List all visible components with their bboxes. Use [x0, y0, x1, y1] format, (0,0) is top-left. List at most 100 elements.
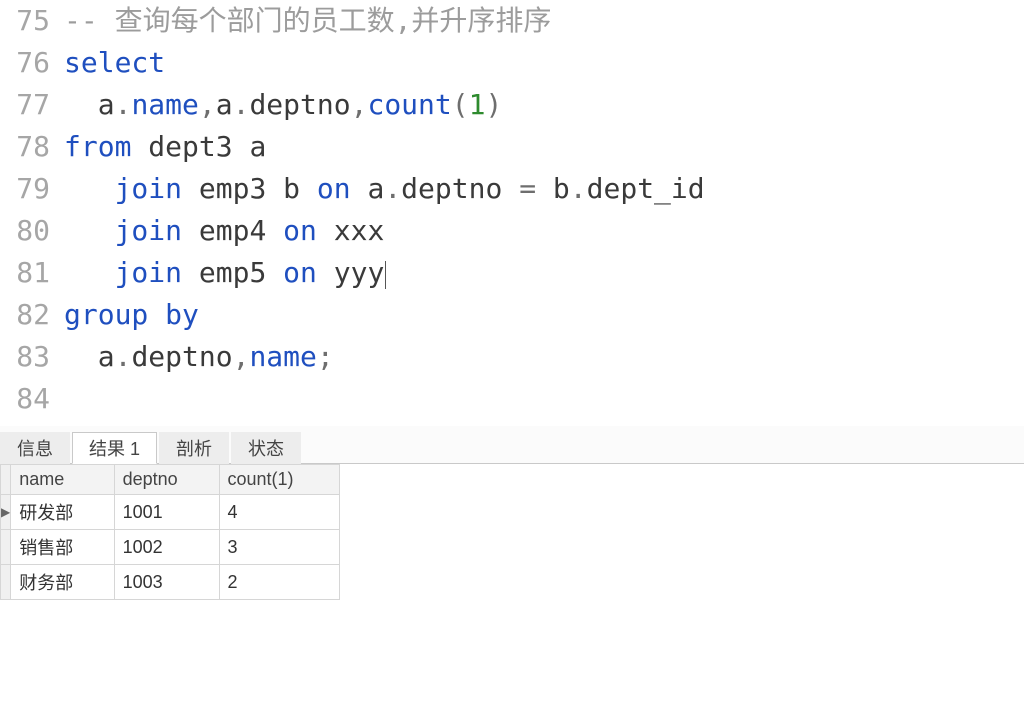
token-ident: xxx [317, 214, 384, 247]
code-line[interactable]: 83 a.deptno,name; [0, 336, 1024, 378]
code-line[interactable]: 81 join emp5 on yyy [0, 252, 1024, 294]
token-punct [64, 88, 98, 121]
column-header[interactable]: deptno [114, 465, 219, 495]
line-number: 82 [0, 294, 64, 336]
code-line[interactable]: 76select [0, 42, 1024, 84]
code-content[interactable]: group by [64, 294, 1024, 336]
token-keyword: select [64, 46, 165, 79]
table-row[interactable]: ▶研发部10014 [1, 495, 340, 530]
code-content[interactable]: select [64, 42, 1024, 84]
code-line[interactable]: 75-- 查询每个部门的员工数,并升序排序 [0, 0, 1024, 42]
token-ident: a [98, 88, 115, 121]
cell-count[interactable]: 3 [219, 530, 339, 565]
token-punct: , [233, 340, 250, 373]
column-header[interactable]: count(1) [219, 465, 339, 495]
token-punct [64, 256, 115, 289]
token-keyword: join [115, 214, 182, 247]
token-keyword: from [64, 130, 131, 163]
row-marker [1, 565, 11, 600]
token-punct: , [199, 88, 216, 121]
token-keyword: join [115, 256, 182, 289]
token-punct: . [115, 88, 132, 121]
token-comment: -- [64, 4, 115, 37]
cell-count[interactable]: 2 [219, 565, 339, 600]
token-ident: deptno [249, 88, 350, 121]
token-punct: . [570, 172, 587, 205]
token-ident: dept_id [587, 172, 705, 205]
token-ident: emp3 b [182, 172, 317, 205]
token-number: 1 [469, 88, 486, 121]
token-punct: . [384, 172, 401, 205]
token-ident: a [216, 88, 233, 121]
token-keyword: on [283, 214, 317, 247]
token-comment: 查询每个部门的员工数,并升序排序 [115, 4, 552, 37]
token-punct [64, 340, 98, 373]
text-cursor [385, 261, 386, 289]
results-table[interactable]: namedeptnocount(1)▶研发部10014销售部10023财务部10… [0, 464, 340, 600]
line-number: 78 [0, 126, 64, 168]
sql-editor[interactable]: 75-- 查询每个部门的员工数,并升序排序76select77 a.name,a… [0, 0, 1024, 420]
cell-deptno[interactable]: 1002 [114, 530, 219, 565]
cell-deptno[interactable]: 1003 [114, 565, 219, 600]
token-ident: a [98, 340, 115, 373]
line-number: 80 [0, 210, 64, 252]
token-punct: = [519, 172, 536, 205]
code-content[interactable]: a.deptno,name; [64, 336, 1024, 378]
row-handle-header [1, 465, 11, 495]
code-content[interactable]: -- 查询每个部门的员工数,并升序排序 [64, 0, 1024, 42]
line-number: 84 [0, 378, 64, 420]
table-row[interactable]: 财务部10032 [1, 565, 340, 600]
line-number: 77 [0, 84, 64, 126]
code-content[interactable]: join emp3 b on a.deptno = b.dept_id [64, 168, 1024, 210]
token-keyword: name [249, 340, 316, 373]
results-panel: 信息结果 1剖析状态 namedeptnocount(1)▶研发部10014销售… [0, 426, 1024, 600]
results-tabs: 信息结果 1剖析状态 [0, 426, 1024, 464]
table-row[interactable]: 销售部10023 [1, 530, 340, 565]
row-marker: ▶ [1, 495, 11, 530]
code-content[interactable]: a.name,a.deptno,count(1) [64, 84, 1024, 126]
code-line[interactable]: 77 a.name,a.deptno,count(1) [0, 84, 1024, 126]
cell-deptno[interactable]: 1001 [114, 495, 219, 530]
token-punct [64, 214, 115, 247]
code-line[interactable]: 78from dept3 a [0, 126, 1024, 168]
code-content[interactable]: join emp4 on xxx [64, 210, 1024, 252]
token-punct: , [351, 88, 368, 121]
token-ident: emp4 [182, 214, 283, 247]
token-ident: deptno [401, 172, 519, 205]
code-line[interactable]: 79 join emp3 b on a.deptno = b.dept_id [0, 168, 1024, 210]
token-ident: yyy [317, 256, 384, 289]
token-punct [64, 172, 115, 205]
line-number: 83 [0, 336, 64, 378]
code-content[interactable]: from dept3 a [64, 126, 1024, 168]
token-ident: b [536, 172, 570, 205]
column-header[interactable]: name [11, 465, 114, 495]
tab-1[interactable]: 结果 1 [72, 432, 157, 464]
line-number: 81 [0, 252, 64, 294]
token-punct: ( [452, 88, 469, 121]
code-line[interactable]: 80 join emp4 on xxx [0, 210, 1024, 252]
token-keyword: on [283, 256, 317, 289]
tab-0[interactable]: 信息 [0, 432, 70, 464]
line-number: 76 [0, 42, 64, 84]
code-line[interactable]: 82group by [0, 294, 1024, 336]
token-keyword: group by [64, 298, 199, 331]
cell-name[interactable]: 财务部 [11, 565, 114, 600]
cell-count[interactable]: 4 [219, 495, 339, 530]
token-ident: dept3 a [131, 130, 266, 163]
cell-name[interactable]: 研发部 [11, 495, 114, 530]
token-ident: deptno [131, 340, 232, 373]
token-punct: ) [485, 88, 502, 121]
row-marker [1, 530, 11, 565]
tab-3[interactable]: 状态 [231, 432, 301, 464]
tab-2[interactable]: 剖析 [159, 432, 229, 464]
code-content[interactable]: join emp5 on yyy [64, 252, 1024, 294]
code-line[interactable]: 84 [0, 378, 1024, 420]
token-punct: ; [317, 340, 334, 373]
token-keyword: on [317, 172, 351, 205]
token-keyword: name [131, 88, 198, 121]
cell-name[interactable]: 销售部 [11, 530, 114, 565]
token-punct: . [115, 340, 132, 373]
token-keyword: join [115, 172, 182, 205]
token-keyword: count [367, 88, 451, 121]
line-number: 79 [0, 168, 64, 210]
